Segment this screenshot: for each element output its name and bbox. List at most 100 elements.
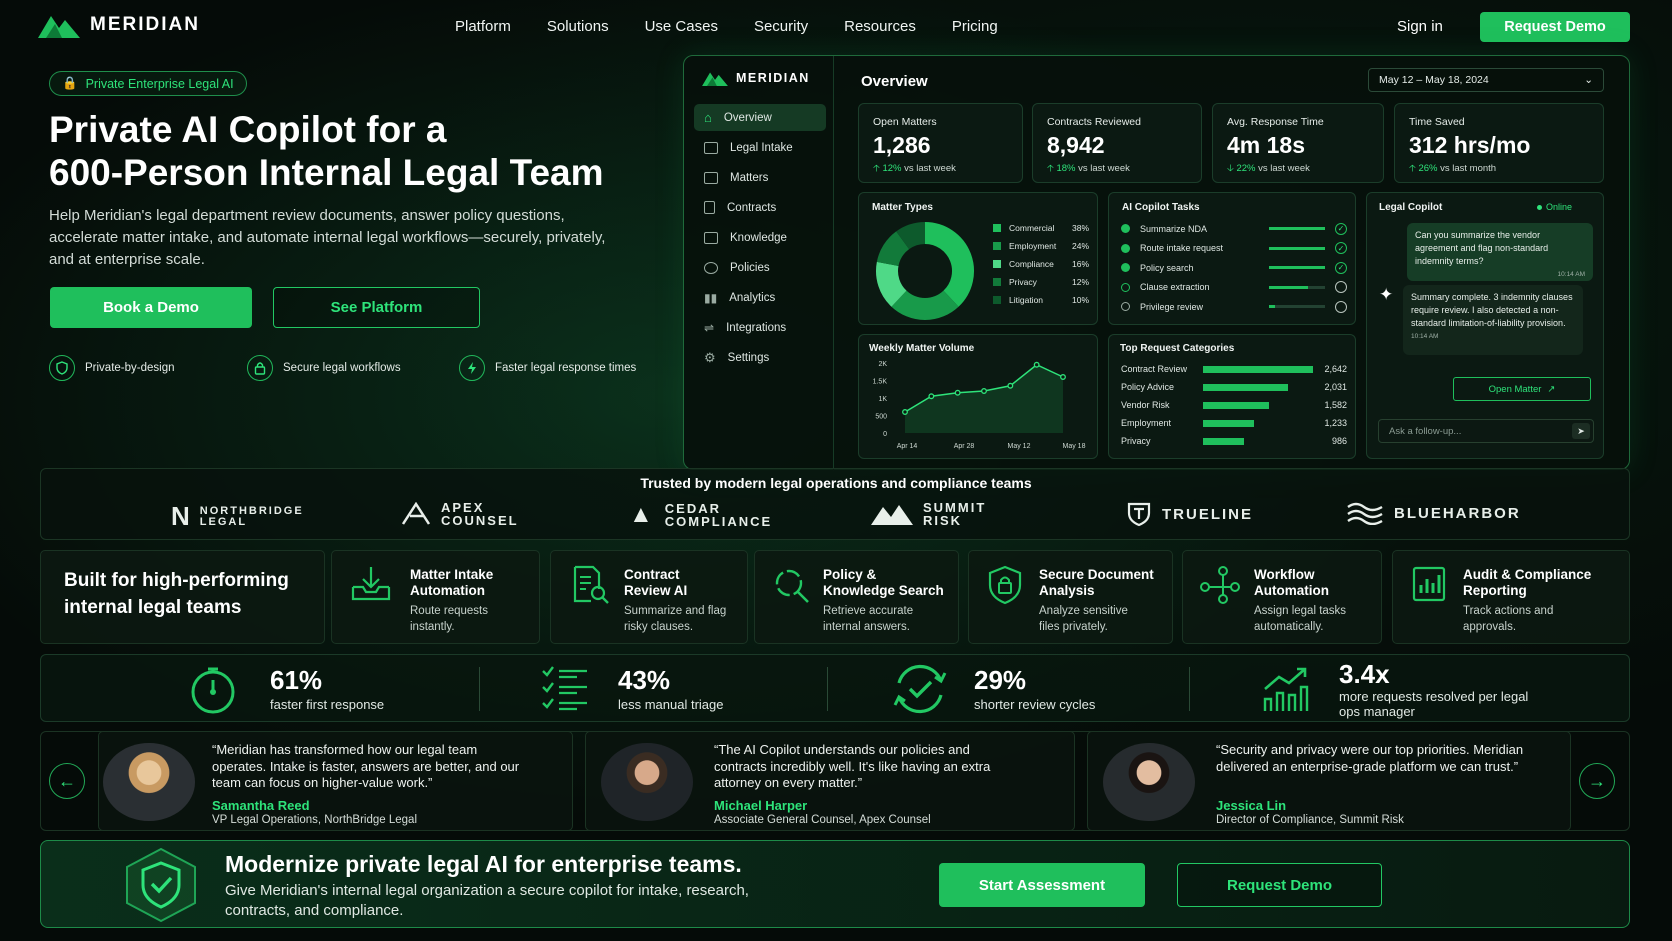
sign-in-link[interactable]: Sign in — [1397, 18, 1443, 35]
cta-request-demo-button[interactable]: Request Demo — [1177, 863, 1382, 907]
divider — [827, 667, 828, 711]
feature-title: Analysis — [1039, 583, 1095, 598]
legend-value: 24% — [1071, 241, 1089, 251]
feature-card-secure-document[interactable]: Secure Document Analysis Analyze sensitiv… — [968, 550, 1173, 644]
kpi-value: 1,286 — [873, 132, 931, 158]
follow-up-input[interactable]: Ask a follow-up... ➤ — [1378, 419, 1594, 443]
nav-link-use-cases[interactable]: Use Cases — [645, 18, 718, 35]
feature-card-audit-reporting[interactable]: Audit & Compliance Reporting Track action… — [1392, 550, 1630, 644]
feature-title: Knowledge Search — [823, 583, 944, 598]
empty-circle-icon — [1335, 281, 1347, 294]
legend-value: 38% — [1071, 223, 1089, 233]
trueline-shield-icon — [1127, 502, 1151, 527]
sidebar-item-matters[interactable]: Matters — [694, 164, 826, 191]
sidebar-item-contracts[interactable]: Contracts — [694, 194, 826, 221]
status-dot-icon — [1121, 302, 1130, 312]
sidebar-item-legal-intake[interactable]: Legal Intake — [694, 134, 826, 161]
book-icon — [704, 231, 718, 244]
y-tick-label: 500 — [875, 414, 887, 421]
start-assessment-button[interactable]: Start Assessment — [939, 863, 1145, 907]
x-tick-label: Apr 28 — [954, 443, 975, 450]
sidebar-item-settings[interactable]: ⚙ Settings — [694, 344, 826, 371]
stat-label: shorter review cycles — [974, 697, 1096, 712]
category-bar — [1203, 401, 1313, 409]
x-tick-label: May 18 — [1063, 443, 1086, 450]
kpi-change-suffix: vs last week — [1255, 163, 1310, 174]
sidebar-item-policies[interactable]: Policies — [694, 254, 826, 281]
category-name: Vendor Risk — [1121, 400, 1170, 410]
nav-link-security[interactable]: Security — [754, 18, 808, 35]
brand-logo[interactable]: MERIDIAN — [38, 12, 200, 38]
y-tick-label: 0 — [883, 431, 887, 438]
category-value: 1,582 — [1324, 400, 1347, 410]
stat-label: more requests resolved per legal ops man… — [1339, 689, 1529, 719]
nav-link-solutions[interactable]: Solutions — [547, 18, 609, 35]
kpi-change-value: 26% — [1418, 163, 1438, 174]
nav-link-resources[interactable]: Resources — [844, 18, 916, 35]
status-dot-icon — [1121, 282, 1130, 292]
data-point — [1060, 374, 1066, 380]
testimonial-role: VP Legal Operations, NorthBridge Legal — [212, 814, 418, 826]
feature-card-matter-intake[interactable]: Matter Intake Automation Route requests in… — [331, 550, 540, 644]
legend-swatch — [993, 224, 1001, 232]
nav-link-platform[interactable]: Platform — [455, 18, 511, 35]
legend-label: Compliance — [1009, 259, 1054, 269]
kpi-label: Avg. Response Time — [1227, 116, 1324, 128]
stat-value: 61% — [270, 665, 323, 695]
checklist-icon — [541, 665, 591, 718]
book-demo-button[interactable]: Book a Demo — [50, 287, 252, 328]
feature-card-policy-search[interactable]: Policy & Knowledge Search Retrieve accura… — [754, 550, 959, 644]
category-row: Policy Advice 2,031 — [1121, 378, 1347, 396]
feature-desc: risky clauses. — [624, 621, 694, 633]
inbox-icon — [704, 141, 718, 154]
apex-logo-icon — [401, 502, 431, 525]
growth-chart-icon — [1261, 665, 1311, 718]
feature-card-contract-review[interactable]: Contract Review AI Summarize and flag risk… — [550, 550, 748, 644]
donut-slice — [924, 222, 974, 307]
ai-copilot-tasks-card: AI Copilot Tasks Summarize NDA ✓ Route in… — [1108, 192, 1356, 325]
sidebar-item-integrations[interactable]: ⇌ Integrations — [694, 314, 826, 341]
feature-private-by-design: Private-by-design — [49, 355, 174, 381]
line-area — [905, 364, 1063, 433]
testimonial-role: Associate General Counsel, Apex Counsel — [714, 814, 931, 826]
sidebar-item-knowledge[interactable]: Knowledge — [694, 224, 826, 251]
data-point — [954, 389, 961, 396]
nav-link-pricing[interactable]: Pricing — [952, 18, 998, 35]
send-icon[interactable]: ➤ — [1572, 423, 1590, 439]
date-range-value: May 12 – May 18, 2024 — [1379, 74, 1489, 86]
data-point — [1033, 361, 1040, 368]
legend-label: Employment — [1009, 241, 1057, 251]
legend-value: 16% — [1071, 259, 1089, 269]
categories-list: Contract Review 2,642 Policy Advice 2,031 … — [1121, 360, 1347, 450]
testimonial-card: “Meridian has transformed how our legal … — [98, 731, 573, 831]
testimonial-quote: “The AI Copilot understands our policies… — [714, 742, 991, 790]
logo-cedar-compliance: ▲ CEDAR COMPLIANCE — [629, 501, 772, 529]
testimonial-name: Samantha Reed — [212, 798, 310, 813]
sidebar-item-analytics[interactable]: ▮▮ Analytics — [694, 284, 826, 311]
sidebar-item-label: Analytics — [729, 291, 776, 304]
legend-row: Employment 24% — [993, 237, 1089, 255]
feature-desc: Route requests — [410, 605, 488, 617]
feature-label: Faster legal response times — [495, 362, 637, 374]
see-platform-button[interactable]: See Platform — [273, 287, 480, 328]
task-name: Clause extraction — [1140, 282, 1210, 293]
kpi-change: 🡡 18% vs last week — [1047, 161, 1187, 177]
feature-desc: Summarize and flag — [624, 605, 727, 617]
request-demo-button[interactable]: Request Demo — [1480, 12, 1630, 42]
refresh-check-icon — [891, 663, 949, 720]
policy-icon — [704, 261, 718, 274]
y-tick-label: 2K — [878, 361, 887, 368]
feature-card-workflow-automation[interactable]: Workflow Automation Assign legal tasks aut… — [1182, 550, 1382, 644]
open-matter-button[interactable]: Open Matter ↗ — [1453, 377, 1591, 401]
legend-swatch — [993, 278, 1001, 286]
date-range-select[interactable]: May 12 – May 18, 2024 ⌄ — [1368, 68, 1604, 92]
open-matter-label: Open Matter — [1488, 383, 1542, 395]
testimonial-quote: “Meridian has transformed how our legal … — [212, 742, 520, 790]
trust-logos-section: Trusted by modern legal operations and c… — [40, 468, 1630, 540]
avatar — [1103, 743, 1195, 821]
dashboard-sidebar: MERIDIAN ⌂ Overview Legal Intake Matters … — [684, 56, 834, 471]
nav-links: Platform Solutions Use Cases Security Re… — [455, 18, 1034, 35]
testimonial-card: “The AI Copilot understands our policies… — [585, 731, 1075, 831]
follow-up-placeholder: Ask a follow-up... — [1389, 425, 1462, 437]
sidebar-item-overview[interactable]: ⌂ Overview — [694, 104, 826, 131]
